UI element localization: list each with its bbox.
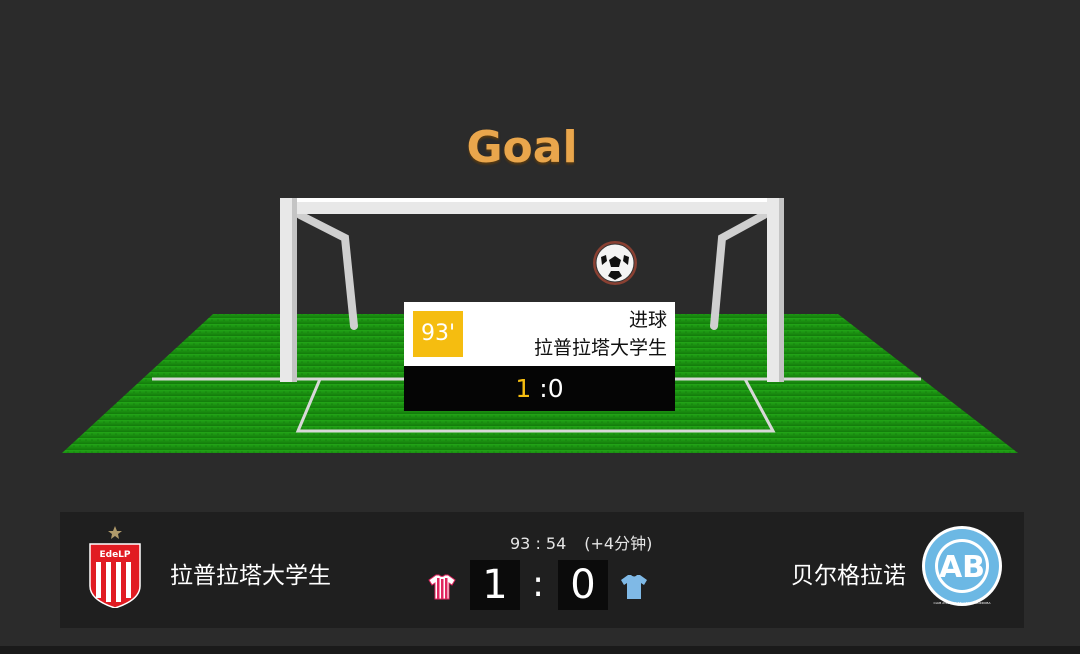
event-score-away: 0 [547, 374, 564, 403]
event-score: 1 :0 [404, 366, 675, 411]
match-scorebar: EdeLP 拉普拉塔大学生 93 : 54 (+4分钟) 1 : 0 贝尔格拉诺 … [60, 512, 1024, 628]
pitch-and-goal-illustration [62, 198, 1018, 453]
score-separator: : [532, 564, 545, 605]
event-minute-badge: 93' [413, 311, 463, 357]
added-time: (+4分钟) [584, 534, 653, 553]
plain-shirt-icon [621, 575, 647, 599]
match-clock: 93 : 54 (+4分钟) [510, 530, 652, 554]
home-score: 1 [470, 560, 520, 610]
away-logo-text: CLUB ATLETICO BELGRANO CORDOBA [933, 601, 991, 605]
goal-animation-stage: Goal 93' 进球 拉普拉塔大学生 1 :0 [0, 0, 1080, 500]
home-team-logo[interactable]: EdeLP [86, 524, 144, 608]
event-type: 进球 [628, 309, 667, 331]
away-team-name[interactable]: 贝尔格拉诺 [791, 556, 906, 590]
event-score-separator: : [531, 374, 548, 403]
match-time: 93 : 54 [510, 534, 567, 553]
striped-shirt-icon [428, 574, 456, 600]
goal-banner-title: Goal [466, 122, 578, 173]
away-score: 0 [558, 560, 608, 610]
home-team-name[interactable]: 拉普拉塔大学生 [170, 556, 331, 590]
event-card-header: 93' 进球 拉普拉塔大学生 [404, 302, 675, 366]
svg-text:AB: AB [939, 550, 985, 585]
bottom-strip [0, 646, 1080, 654]
soccer-ball-icon [593, 241, 637, 285]
event-team: 拉普拉塔大学生 [533, 337, 667, 359]
away-team-logo[interactable]: AB CLUB ATLETICO BELGRANO CORDOBA [920, 524, 1004, 608]
event-score-home: 1 [515, 374, 532, 403]
home-logo-text: EdeLP [99, 550, 130, 560]
goal-event-card: 93' 进球 拉普拉塔大学生 1 :0 [404, 302, 675, 411]
